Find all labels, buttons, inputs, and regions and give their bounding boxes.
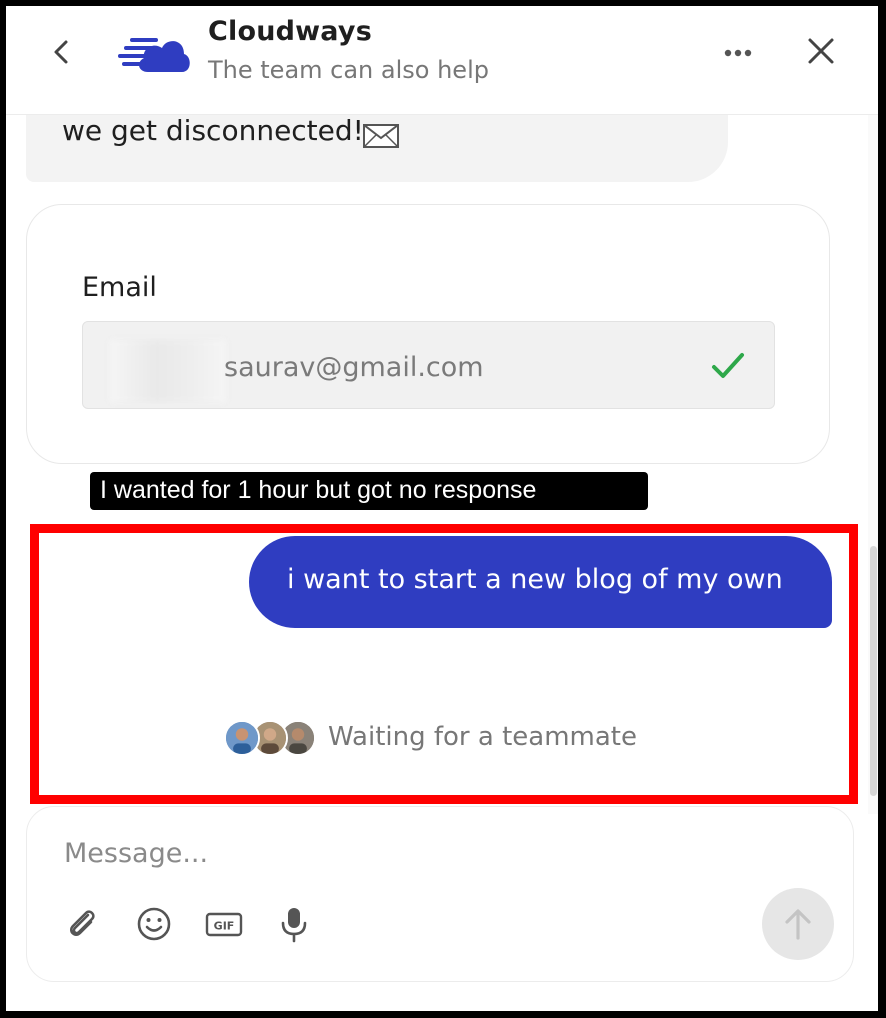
- app-title: Cloudways: [208, 16, 372, 47]
- app-subtitle: The team can also help: [208, 56, 489, 84]
- paperclip-icon[interactable]: [62, 904, 102, 944]
- message-input[interactable]: [46, 830, 664, 876]
- annotation-caption: I wanted for 1 hour but got no response: [90, 472, 648, 510]
- gif-icon[interactable]: GIF: [204, 904, 244, 944]
- send-button[interactable]: [762, 888, 834, 960]
- back-arrow-icon[interactable]: [46, 36, 78, 68]
- microphone-icon[interactable]: [274, 904, 314, 944]
- chat-window: we get disconnected! Cloudways The team …: [6, 6, 878, 1011]
- cloudways-logo-icon: [118, 38, 190, 72]
- arrow-up-icon: [785, 909, 811, 940]
- envelope-icon: [363, 124, 399, 148]
- chat-header: Cloudways The team can also help: [6, 6, 878, 115]
- avatar: [224, 720, 260, 756]
- svg-text:GIF: GIF: [214, 920, 235, 933]
- user-message-text: i want to start a new blog of my own: [287, 564, 783, 595]
- close-icon[interactable]: [804, 34, 838, 68]
- redacted-email-prefix: [110, 340, 226, 402]
- emoji-icon[interactable]: [134, 904, 174, 944]
- previous-message-text: we get disconnected!: [62, 114, 364, 147]
- scrollbar-thumb[interactable]: [870, 546, 877, 796]
- email-value: saurav@gmail.com: [224, 352, 484, 383]
- checkmark-icon: [712, 353, 744, 378]
- waiting-status: Waiting for a teammate: [328, 722, 637, 752]
- more-options-icon[interactable]: [716, 36, 760, 68]
- email-label: Email: [82, 272, 157, 303]
